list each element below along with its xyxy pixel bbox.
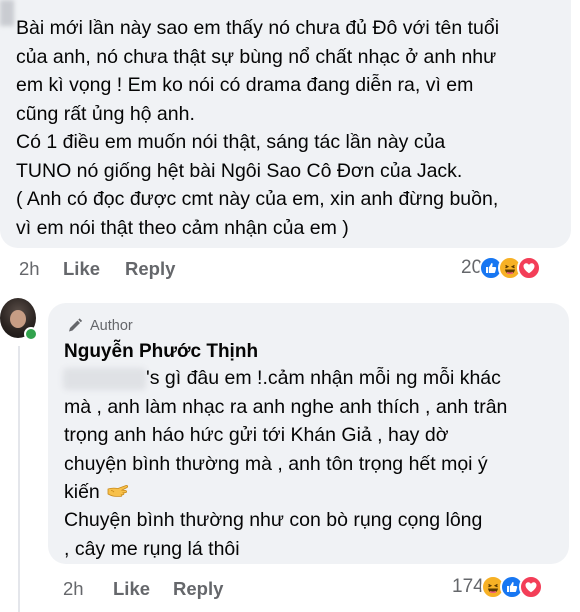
author-name[interactable]: Nguyễn Phước Thịnh <box>64 341 258 363</box>
reply-time[interactable]: 2h <box>63 578 113 600</box>
like-button[interactable]: Like <box>113 578 173 600</box>
comment-time[interactable]: 2h <box>19 258 63 280</box>
online-status-dot <box>24 327 38 341</box>
author-badge: Author <box>66 318 133 334</box>
reply-text: 's gì đâu em !.cảm nhận mỗi ng mỗi khác … <box>64 364 564 507</box>
cropped-avatar <box>0 0 14 26</box>
comment-text: Bài mới lần này sao em thấy nó chưa đủ Đ… <box>16 17 500 239</box>
thread-line <box>18 346 20 612</box>
reply-actions: 2h Like Reply <box>63 578 223 600</box>
reply-text-continued: Chuyện bình thường như con bò rụng cọng … <box>64 509 483 560</box>
reaction-count: 174 <box>452 576 484 597</box>
author-badge-label: Author <box>90 318 133 334</box>
love-icon <box>517 256 542 280</box>
pen-icon <box>69 318 83 332</box>
scrollbar[interactable] <box>576 0 580 612</box>
reply-button[interactable]: Reply <box>173 578 223 600</box>
reaction-summary[interactable]: 174 <box>452 575 543 599</box>
reaction-summary[interactable]: 20 <box>461 256 542 280</box>
like-button[interactable]: Like <box>63 258 125 280</box>
love-icon <box>518 575 543 599</box>
pointing-hand-emoji <box>107 485 128 497</box>
comment-actions: 2h Like Reply <box>19 258 175 280</box>
reply-button[interactable]: Reply <box>125 258 175 280</box>
